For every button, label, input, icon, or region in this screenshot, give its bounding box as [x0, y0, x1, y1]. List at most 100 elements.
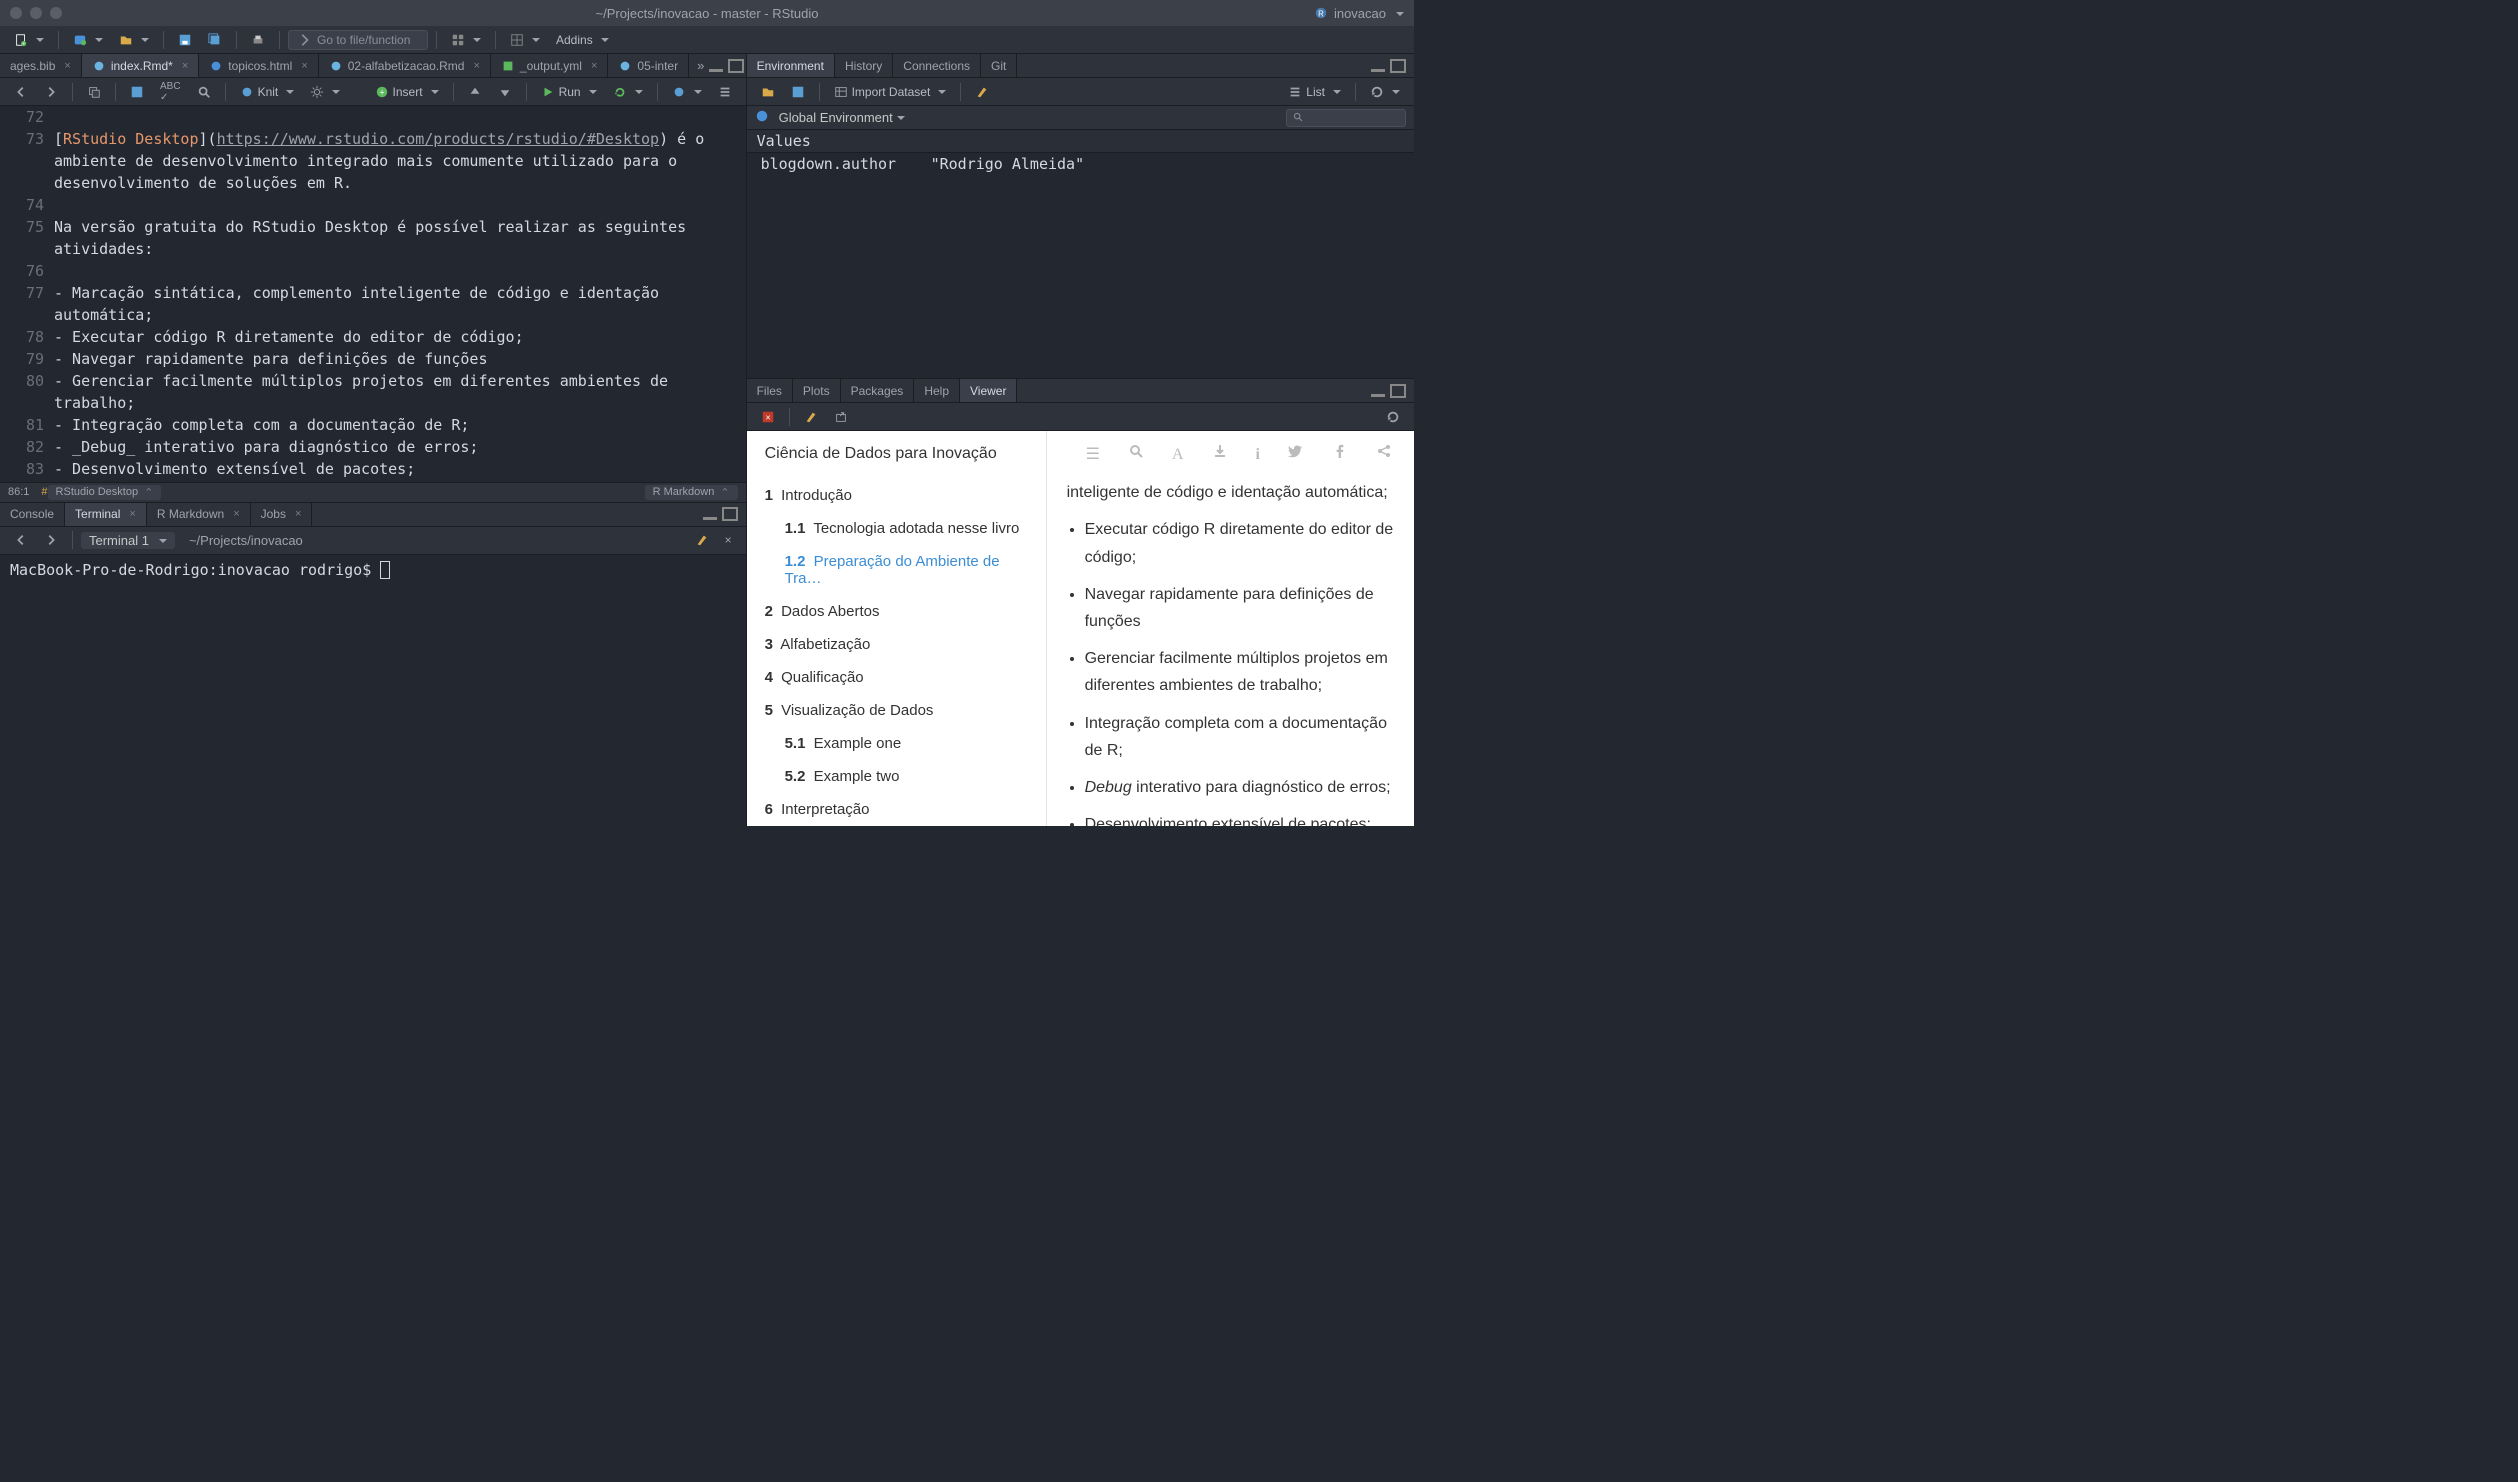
clear-viewer-button[interactable] [798, 408, 824, 426]
minimize-pane-icon[interactable] [1370, 59, 1386, 73]
source-tab-output-yml[interactable]: _output.yml× [491, 54, 608, 77]
show-in-new-window-button[interactable] [81, 83, 107, 101]
tab-packages[interactable]: Packages [841, 379, 915, 402]
remove-viewer-button[interactable]: × [755, 408, 781, 426]
tab-git[interactable]: Git [981, 54, 1017, 77]
toc-item[interactable]: 1 Introdução [765, 479, 1028, 512]
find-replace-button[interactable] [191, 83, 217, 101]
refresh-env-button[interactable] [1364, 83, 1406, 101]
settings-button[interactable] [304, 83, 346, 101]
close-terminal-button[interactable]: × [719, 531, 738, 549]
minimize-window-button[interactable] [30, 7, 42, 19]
download-icon[interactable] [1212, 441, 1228, 468]
viewer-content[interactable]: Ciência de Dados para Inovação 1 Introdu… [747, 431, 1414, 826]
clear-terminal-button[interactable] [689, 531, 715, 549]
tab-console[interactable]: Console [0, 503, 65, 526]
scope-selector[interactable]: Global Environment [779, 110, 905, 125]
clear-env-button[interactable] [969, 83, 995, 101]
search-icon[interactable] [1128, 441, 1144, 468]
spellcheck-button[interactable]: ABC✓ [154, 79, 187, 105]
tab-history[interactable]: History [835, 54, 893, 77]
toc-subitem[interactable]: 1.1 Tecnologia adotada nesse livro [765, 512, 1028, 545]
tab-viewer[interactable]: Viewer [960, 379, 1017, 402]
info-icon[interactable]: i [1256, 441, 1260, 468]
r-icon[interactable] [755, 109, 769, 126]
source-tab-topicos-html[interactable]: topicos.html× [199, 54, 318, 77]
terminal-output[interactable]: MacBook-Pro-de-Rodrigo:inovacao rodrigo$ [0, 555, 746, 826]
save-all-button[interactable] [202, 31, 228, 49]
save-workspace-button[interactable] [785, 83, 811, 101]
terminal-forward[interactable] [38, 531, 64, 549]
terminal-back[interactable] [8, 531, 34, 549]
close-icon[interactable]: × [295, 508, 301, 520]
toc-item[interactable]: 4 Qualificação [765, 661, 1028, 694]
tab-terminal[interactable]: Terminal× [65, 503, 147, 526]
close-icon[interactable]: × [301, 60, 307, 72]
tab-rmarkdown[interactable]: R Markdown× [147, 503, 251, 526]
tab-files[interactable]: Files [747, 379, 793, 402]
close-icon[interactable]: × [182, 60, 188, 72]
open-file-button[interactable] [113, 31, 155, 49]
goto-file-function-input[interactable]: Go to file/function [288, 30, 428, 50]
toc-item[interactable]: 5 Visualização de Dados [765, 694, 1028, 727]
close-icon[interactable]: × [129, 508, 135, 520]
new-file-button[interactable]: + [8, 31, 50, 49]
toc-item[interactable]: 2 Dados Abertos [765, 595, 1028, 628]
tools-menu-button[interactable] [445, 31, 487, 49]
close-icon[interactable]: × [591, 60, 597, 72]
tab-connections[interactable]: Connections [893, 54, 981, 77]
maximize-pane-icon[interactable] [1390, 59, 1406, 73]
tab-help[interactable]: Help [914, 379, 960, 402]
toc-toggle-icon[interactable]: ☰ [1086, 441, 1100, 468]
forward-button[interactable] [38, 83, 64, 101]
new-project-button[interactable] [67, 31, 109, 49]
code-editor[interactable]: 727374757677787980818283 [RStudio Deskto… [0, 106, 746, 482]
tab-jobs[interactable]: Jobs× [251, 503, 313, 526]
insert-button[interactable]: +Insert [369, 83, 445, 101]
print-button[interactable] [245, 31, 271, 49]
minimize-pane-icon[interactable] [702, 507, 718, 521]
tab-environment[interactable]: Environment [747, 54, 835, 77]
load-workspace-button[interactable] [755, 83, 781, 101]
save-button[interactable] [172, 31, 198, 49]
view-mode-selector[interactable]: List [1282, 83, 1347, 101]
addins-menu[interactable]: Addins [550, 31, 615, 49]
back-button[interactable] [8, 83, 34, 101]
maximize-pane-icon[interactable] [722, 507, 738, 521]
close-icon[interactable]: × [64, 60, 70, 72]
more-tabs-button[interactable]: » [697, 58, 704, 73]
import-dataset-button[interactable]: Import Dataset [828, 83, 953, 101]
close-window-button[interactable] [10, 7, 22, 19]
language-mode-selector[interactable]: R Markdown ⌃ [645, 485, 738, 500]
source-tab-05-inter[interactable]: 05-inter [608, 54, 689, 77]
refresh-viewer-button[interactable] [1380, 408, 1406, 426]
tab-plots[interactable]: Plots [793, 379, 841, 402]
share-icon[interactable] [1376, 441, 1392, 468]
close-icon[interactable]: × [473, 60, 479, 72]
popup-viewer-button[interactable] [828, 408, 854, 426]
maximize-window-button[interactable] [50, 7, 62, 19]
toc-subitem[interactable]: 5.1 Example one [765, 727, 1028, 760]
facebook-icon[interactable] [1332, 441, 1348, 468]
minimize-pane-icon[interactable] [708, 59, 724, 73]
env-entry[interactable]: blogdown.author "Rodrigo Almeida" [747, 153, 1414, 175]
maximize-pane-icon[interactable] [728, 59, 744, 73]
go-up-button[interactable] [462, 83, 488, 101]
publish-button[interactable] [666, 83, 708, 101]
go-down-button[interactable] [492, 83, 518, 101]
save-doc-button[interactable] [124, 83, 150, 101]
terminal-selector[interactable]: Terminal 1 [81, 532, 175, 549]
toc-subitem[interactable]: 5.2 Example two [765, 760, 1028, 793]
outline-button[interactable] [712, 83, 738, 101]
toc-item[interactable]: 3 Alfabetização [765, 628, 1028, 661]
twitter-icon[interactable] [1288, 441, 1304, 468]
toc-item[interactable]: 6 Interpretação [765, 793, 1028, 826]
close-icon[interactable]: × [233, 508, 239, 520]
maximize-pane-icon[interactable] [1390, 384, 1406, 398]
source-tab-ages-bib[interactable]: ages.bib× [0, 54, 82, 77]
knit-button[interactable]: Knit [234, 83, 301, 101]
project-selector[interactable]: R inovacao [1314, 6, 1404, 21]
toc-subitem[interactable]: 1.2 Preparação do Ambiente de Tra… [765, 545, 1028, 595]
rerun-button[interactable] [607, 83, 649, 101]
minimize-pane-icon[interactable] [1370, 384, 1386, 398]
